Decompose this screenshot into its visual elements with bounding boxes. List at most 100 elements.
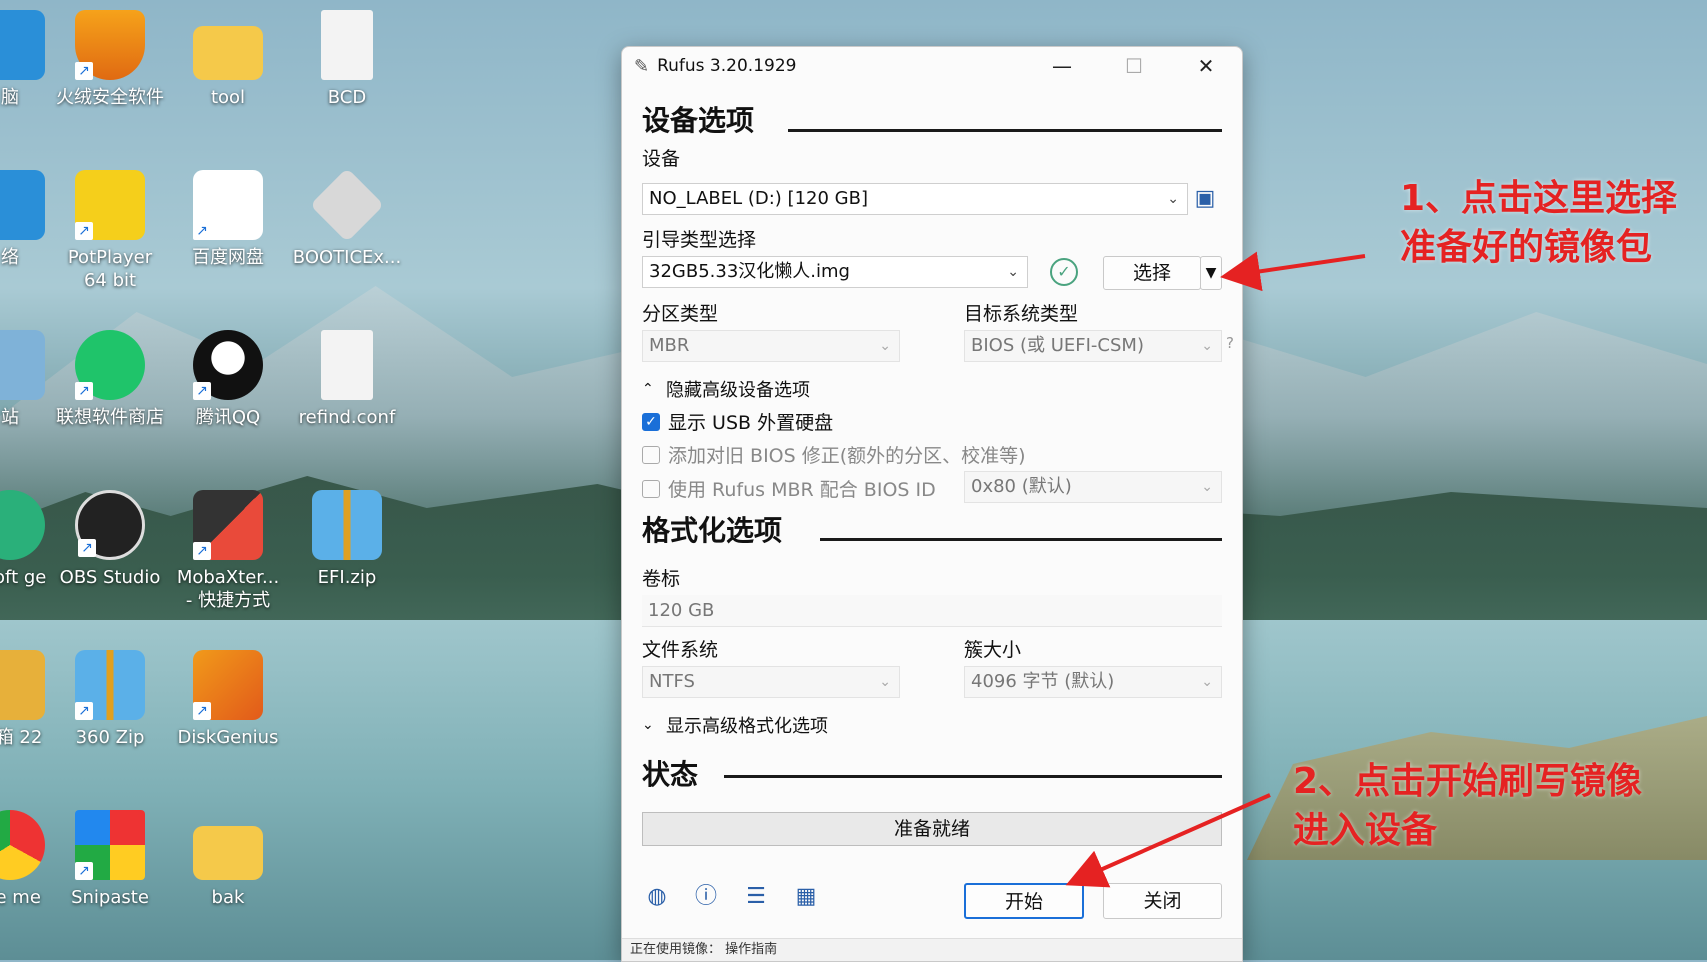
help-icon[interactable]: ? bbox=[1226, 334, 1234, 352]
desktop-icon-baidu[interactable]: ↗ 百度网盘 bbox=[173, 170, 283, 269]
checkbox-box bbox=[642, 479, 660, 498]
text-file-icon bbox=[321, 330, 373, 400]
device-select[interactable]: NO_LABEL (D:) [120 GB] ⌄ bbox=[642, 183, 1188, 215]
desktop-icon-360zip[interactable]: ↗ 360 Zip bbox=[55, 650, 165, 749]
chevron-down-icon: ⌄ bbox=[879, 674, 891, 690]
chevron-down-icon: ⌄ bbox=[1167, 191, 1179, 207]
window-title: Rufus 3.20.1929 bbox=[657, 56, 797, 76]
desktop-icon-tool[interactable]: tool bbox=[173, 10, 283, 109]
verify-check-icon[interactable]: ✓ bbox=[1050, 258, 1078, 286]
annotation-2-line-1: 2、点击开始刷写镜像 bbox=[1293, 761, 1643, 802]
bootice-icon bbox=[309, 167, 385, 243]
bios-id-select[interactable]: 0x80 (默认) ⌄ bbox=[964, 471, 1222, 503]
folder-icon bbox=[193, 826, 263, 880]
status-progress-bar: 准备就绪 bbox=[642, 812, 1222, 846]
status-heading: 状态 bbox=[642, 758, 699, 791]
desktop-icon-obs[interactable]: ↗ OBS Studio bbox=[55, 490, 165, 589]
caret-down-icon: ▼ bbox=[1205, 265, 1217, 281]
volume-label-label: 卷标 bbox=[642, 568, 681, 590]
boot-selection-select[interactable]: 32GB5.33汉化懒人.img ⌄ bbox=[642, 256, 1028, 288]
checkbox-box bbox=[642, 445, 660, 464]
about-info-icon[interactable]: ⓘ bbox=[692, 883, 720, 911]
zip-archive-icon: ↗ bbox=[75, 650, 145, 720]
title-bar[interactable]: ✎ Rufus 3.20.1929 — ☐ ✕ bbox=[622, 47, 1242, 85]
desktop-icon-mobaxterm[interactable]: ↗ MobaXter... - 快捷方式 bbox=[173, 490, 283, 613]
old-bios-fix-checkbox[interactable]: 添加对旧 BIOS 修正(额外的分区、校准等) bbox=[642, 441, 1026, 468]
file-icon bbox=[321, 10, 373, 80]
chevron-down-icon: ⌄ bbox=[1201, 338, 1213, 354]
desktop-icon-efi-zip[interactable]: EFI.zip bbox=[292, 490, 402, 589]
desktop-icon-bak[interactable]: bak bbox=[173, 810, 283, 909]
desktop-icon-lenovo-store[interactable]: ↗ 联想软件商店 bbox=[55, 330, 165, 429]
desktop-icon-bootice[interactable]: BOOTICEx... bbox=[292, 167, 402, 269]
log-table-icon[interactable]: ▦ bbox=[792, 883, 820, 911]
file-system-label: 文件系统 bbox=[642, 639, 719, 661]
lenovo-store-icon: ↗ bbox=[75, 330, 145, 400]
chevron-down-icon: ⌄ bbox=[1201, 674, 1213, 690]
boot-selection-value: 32GB5.33汉化懒人.img bbox=[649, 261, 850, 282]
annotation-1: 1、点击这里选择 准备好的镜像包 bbox=[1400, 175, 1677, 272]
list-usb-drives-checkbox[interactable]: ✓ 显示 USB 外置硬盘 bbox=[642, 408, 833, 435]
hide-advanced-device-toggle[interactable]: ⌃ 隐藏高级设备选项 bbox=[642, 376, 810, 402]
chevron-down-icon: ⌄ bbox=[879, 338, 891, 354]
start-button[interactable]: 开始 bbox=[964, 883, 1084, 919]
status-bar: 正在使用镜像： 操作指南 bbox=[622, 938, 1242, 961]
annotation-2-line-2: 进入设备 bbox=[1293, 809, 1438, 851]
zip-archive-icon bbox=[312, 490, 382, 560]
chevron-up-icon: ⌃ bbox=[642, 381, 654, 397]
desktop-icon-diskgenius[interactable]: ↗ DiskGenius bbox=[173, 650, 283, 749]
cluster-size-label: 簇大小 bbox=[964, 639, 1022, 661]
chevron-down-icon: ⌄ bbox=[642, 717, 654, 733]
maximize-button[interactable]: ☐ bbox=[1098, 47, 1170, 85]
device-label: 设备 bbox=[642, 148, 681, 170]
target-system-label: 目标系统类型 bbox=[964, 303, 1079, 325]
baidu-netdisk-icon: ↗ bbox=[193, 170, 263, 240]
annotation-1-line-1: 1、点击这里选择 bbox=[1400, 178, 1678, 219]
qq-penguin-icon: ↗ bbox=[193, 330, 263, 400]
mobaxterm-icon: ↗ bbox=[193, 490, 263, 560]
minimize-button[interactable]: — bbox=[1026, 47, 1098, 85]
desktop-icon-huorong[interactable]: ↗ 火绒安全软件 bbox=[55, 10, 165, 109]
rufus-mbr-checkbox[interactable]: 使用 Rufus MBR 配合 BIOS ID bbox=[642, 475, 936, 502]
close-window-button[interactable]: ✕ bbox=[1170, 47, 1242, 85]
settings-sliders-icon[interactable]: ☰ bbox=[742, 883, 770, 911]
arrow-to-select-button bbox=[1220, 251, 1366, 292]
select-dropdown-arrow[interactable]: ▼ bbox=[1200, 256, 1222, 290]
select-image-button[interactable]: 选择 bbox=[1103, 256, 1201, 290]
chevron-down-icon: ⌄ bbox=[1007, 264, 1019, 280]
close-button[interactable]: 关闭 bbox=[1103, 883, 1222, 919]
divider bbox=[820, 538, 1222, 541]
folder-icon bbox=[193, 26, 263, 80]
volume-label-input[interactable]: 120 GB bbox=[642, 595, 1222, 627]
snipaste-icon: ↗ bbox=[75, 810, 145, 880]
potplayer-icon: ↗ bbox=[75, 170, 145, 240]
desktop-icon-refind[interactable]: refind.conf bbox=[292, 330, 402, 429]
annotation-2: 2、点击开始刷写镜像 进入设备 bbox=[1293, 758, 1642, 855]
desktop-icon-snipaste[interactable]: ↗ Snipaste bbox=[55, 810, 165, 909]
rufus-window: ✎ Rufus 3.20.1929 — ☐ ✕ 设备选项 设备 NO_LABEL… bbox=[621, 46, 1243, 962]
network-icon bbox=[0, 170, 45, 240]
chrome-icon bbox=[0, 810, 45, 880]
desktop-icon-bcd[interactable]: BCD bbox=[292, 10, 402, 109]
device-select-value: NO_LABEL (D:) [120 GB] bbox=[649, 188, 868, 209]
huorong-shield-icon: ↗ bbox=[75, 10, 145, 80]
partition-scheme-label: 分区类型 bbox=[642, 303, 719, 325]
edge-icon bbox=[0, 490, 45, 560]
checkmark-icon: ✓ bbox=[642, 412, 660, 431]
language-globe-icon[interactable]: ◍ bbox=[643, 883, 671, 911]
file-system-select[interactable]: NTFS ⌄ bbox=[642, 666, 900, 698]
desktop-icon-potplayer[interactable]: ↗ PotPlayer 64 bit bbox=[55, 170, 165, 293]
cluster-size-select[interactable]: 4096 字节 (默认) ⌄ bbox=[964, 666, 1222, 698]
computer-icon bbox=[0, 10, 45, 80]
app-icon bbox=[0, 330, 45, 400]
divider bbox=[724, 775, 1222, 778]
format-options-heading: 格式化选项 bbox=[642, 514, 783, 547]
show-advanced-format-toggle[interactable]: ⌄ 显示高级格式化选项 bbox=[642, 712, 828, 738]
annotation-1-line-2: 准备好的镜像包 bbox=[1400, 226, 1653, 268]
device-options-heading: 设备选项 bbox=[642, 104, 755, 137]
save-icon[interactable]: ▣ bbox=[1191, 185, 1219, 213]
target-system-select[interactable]: BIOS (或 UEFI-CSM) ⌄ bbox=[964, 330, 1222, 362]
partition-scheme-select[interactable]: MBR ⌄ bbox=[642, 330, 900, 362]
desktop-icon-qq[interactable]: ↗ 腾讯QQ bbox=[173, 330, 283, 429]
boot-selection-label: 引导类型选择 bbox=[642, 229, 757, 251]
